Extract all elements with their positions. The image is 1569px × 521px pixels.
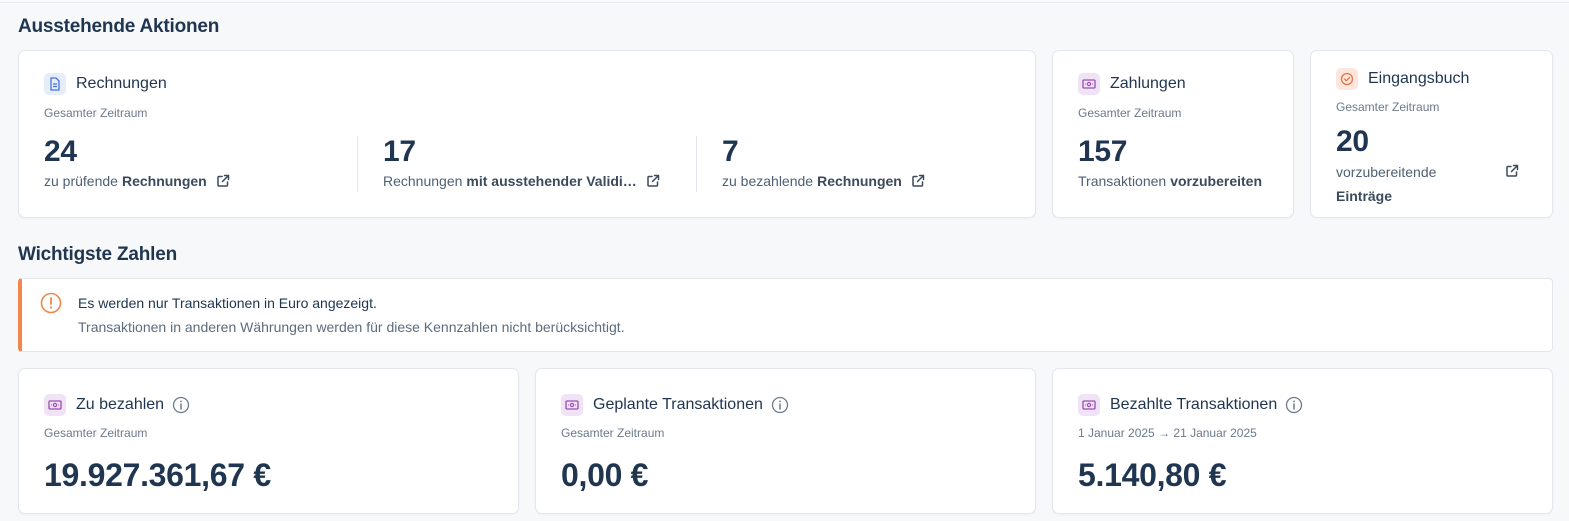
payments-card-title: Zahlungen [1110,75,1186,92]
external-link-icon[interactable] [1505,164,1519,178]
kpi-card-to-pay[interactable]: Zu bezahlen Gesamter Zeitraum 19.927.361… [18,368,519,514]
document-icon [44,73,66,95]
external-link-icon[interactable] [646,174,660,188]
invoices-card: Rechnungen Gesamter Zeitraum 24 zu prüfe… [18,50,1036,218]
invoices-to-pay-text: zu bezahlende [722,173,814,189]
column-divider [696,136,697,192]
top-divider [0,2,1569,3]
alert-title: Es werden nur Transaktionen in Euro ange… [78,295,377,311]
invoices-pending-validation-count: 17 [383,135,416,168]
kpi-card-header: Bezahlte Transaktionen [1078,394,1303,416]
payments-count: 157 [1078,135,1128,168]
payments-period: Gesamter Zeitraum [1078,106,1182,120]
section-title-figures: Wichtigste Zahlen [18,244,177,265]
banknote-icon [1078,73,1100,95]
kpi-title: Bezahlte Transaktionen [1110,396,1278,413]
payments-card-header: Zahlungen [1078,73,1186,95]
inbox-card-title: Eingangsbuch [1368,70,1470,87]
inbox-card-header: Eingangsbuch [1336,68,1469,90]
inbox-desc-bold: Einträge [1336,188,1393,204]
info-icon[interactable] [172,396,190,414]
kpi-card-planned[interactable]: Geplante Transaktionen Gesamter Zeitraum… [535,368,1036,514]
check-circle-icon [1336,68,1358,90]
kpi-amount: 0,00 € [561,457,649,493]
warning-icon [40,292,62,319]
invoices-pending-validation-text: Rechnungen [383,173,463,189]
kpi-amount: 5.140,80 € [1078,457,1227,493]
info-icon[interactable] [771,396,789,414]
column-divider [357,136,358,192]
invoices-period: Gesamter Zeitraum [44,106,148,120]
invoices-card-title: Rechnungen [76,75,167,92]
payments-desc: Transaktionen vorzubereiten [1078,173,1262,189]
payments-desc-text: Transaktionen [1078,173,1167,189]
kpi-amount: 19.927.361,67 € [44,457,271,493]
kpi-title: Zu bezahlen [76,396,165,413]
external-link-icon[interactable] [216,174,230,188]
payments-card[interactable]: Zahlungen Gesamter Zeitraum 157 Transakt… [1052,50,1294,218]
invoices-pending-validation-bold: mit ausstehender Validi… [466,173,637,189]
invoices-to-pay-count: 7 [722,135,739,168]
inbox-period: Gesamter Zeitraum [1336,100,1440,114]
invoices-to-review-text: zu prüfende [44,173,118,189]
invoices-to-review-bold: Rechnungen [121,173,207,189]
kpi-period: Gesamter Zeitraum [561,426,665,440]
invoices-to-review-count: 24 [44,135,77,168]
invoices-to-pay-link[interactable]: zu bezahlende Rechnungen [722,173,925,189]
inbox-card: Eingangsbuch Gesamter Zeitraum 20 vorzub… [1310,50,1553,218]
kpi-card-paid[interactable]: Bezahlte Transaktionen 1 Januar 2025 → 2… [1052,368,1553,514]
currency-warning-alert: Es werden nur Transaktionen in Euro ange… [18,278,1553,352]
invoices-pending-validation-link[interactable]: Rechnungen mit ausstehender Validi… [383,173,660,189]
banknote-icon [561,394,583,416]
kpi-card-header: Geplante Transaktionen [561,394,789,416]
external-link-icon[interactable] [911,174,925,188]
kpi-title: Geplante Transaktionen [593,396,763,413]
kpi-card-header: Zu bezahlen [44,394,190,416]
inbox-desc-text: vorzubereitende [1336,164,1437,180]
kpi-period: Gesamter Zeitraum [44,426,148,440]
invoices-to-review-link[interactable]: zu prüfende Rechnungen [44,173,230,189]
kpi-period: 1 Januar 2025 → 21 Januar 2025 [1078,426,1257,440]
info-icon[interactable] [1285,396,1303,414]
invoices-card-header: Rechnungen [44,73,167,95]
inbox-count: 20 [1336,125,1369,158]
alert-text: Transaktionen in anderen Währungen werde… [78,319,625,335]
invoices-to-pay-bold: Rechnungen [817,173,902,189]
payments-desc-bold: vorzubereiten [1170,173,1263,189]
banknote-icon [1078,394,1100,416]
banknote-icon [44,394,66,416]
section-title-pending: Ausstehende Aktionen [18,16,220,37]
